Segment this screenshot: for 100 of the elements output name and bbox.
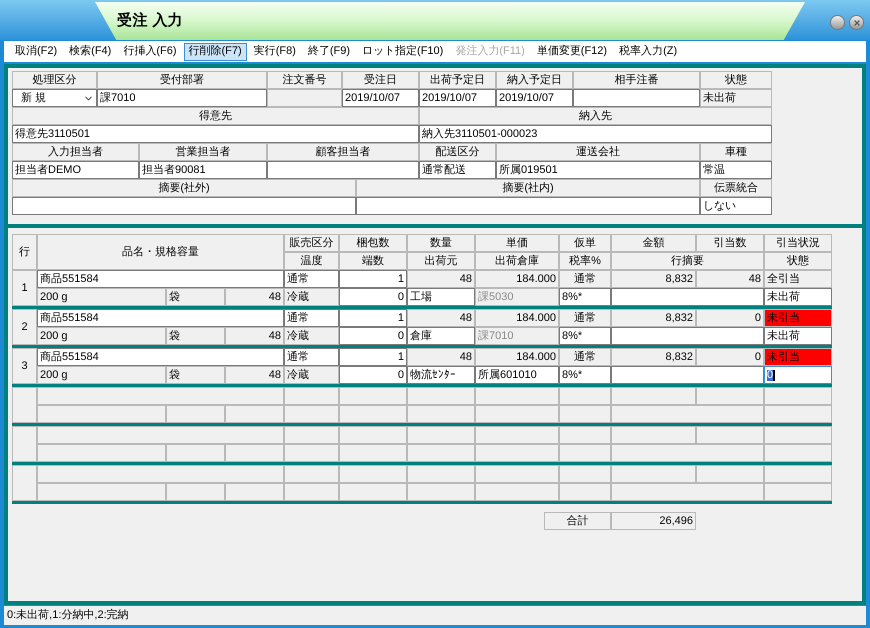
table-cell bbox=[764, 387, 832, 405]
input-field[interactable]: 倉庫 bbox=[407, 327, 475, 345]
table-cell: 200 g bbox=[37, 327, 166, 345]
table-cell: 48 bbox=[407, 309, 475, 327]
input-field[interactable]: 0 bbox=[339, 366, 407, 384]
column-header: 仮単 bbox=[559, 234, 611, 252]
status-cell: 全引当 bbox=[764, 270, 832, 288]
input-field[interactable]: 2019/10/07 bbox=[496, 89, 573, 107]
table-cell: 48 bbox=[225, 288, 284, 306]
input-field[interactable]: しない bbox=[700, 197, 772, 215]
table-cell bbox=[225, 405, 284, 423]
row-number bbox=[12, 387, 37, 423]
status-field[interactable]: 未出荷 bbox=[764, 288, 832, 306]
input-field[interactable]: 1 bbox=[339, 348, 407, 366]
table-cell bbox=[284, 483, 339, 501]
table-cell bbox=[166, 444, 225, 462]
table-cell bbox=[284, 444, 339, 462]
table-cell: 8,832 bbox=[611, 348, 696, 366]
warehouse-field[interactable]: 所属601010 bbox=[475, 366, 559, 384]
table-cell: 袋 bbox=[166, 327, 225, 345]
column-header: 引当数 bbox=[696, 234, 764, 252]
input-field[interactable] bbox=[356, 197, 700, 215]
product-name-field[interactable]: 商品551584 bbox=[37, 348, 284, 366]
field-label: 出荷予定日 bbox=[419, 71, 496, 89]
status-cell: 未引当 bbox=[764, 348, 832, 366]
table-cell: 200 g bbox=[37, 366, 166, 384]
column-header: 行摘要 bbox=[611, 252, 764, 270]
column-header: 単価 bbox=[475, 234, 559, 252]
input-field[interactable]: 0 bbox=[339, 327, 407, 345]
input-field[interactable]: 通常 bbox=[284, 309, 339, 327]
status-field[interactable]: 0 bbox=[764, 366, 832, 384]
toolbar-button[interactable]: 単価変更(F12) bbox=[532, 42, 612, 60]
input-field[interactable]: 納入先3110501-000023 bbox=[419, 125, 772, 143]
input-field[interactable] bbox=[573, 89, 700, 107]
close-icon[interactable] bbox=[849, 15, 864, 30]
table-cell: 袋 bbox=[166, 366, 225, 384]
input-field[interactable]: 8%* bbox=[559, 288, 611, 306]
input-field[interactable]: 物流ｾﾝﾀｰ bbox=[407, 366, 475, 384]
status-field[interactable]: 未出荷 bbox=[764, 327, 832, 345]
input-field[interactable]: 1 bbox=[339, 309, 407, 327]
input-field[interactable]: 2019/10/07 bbox=[342, 89, 419, 107]
note-field[interactable] bbox=[611, 366, 764, 384]
input-field[interactable]: 所属019501 bbox=[496, 161, 700, 179]
table-cell: 8,832 bbox=[611, 270, 696, 288]
input-field[interactable]: 工場 bbox=[407, 288, 475, 306]
product-name-field[interactable]: 商品551584 bbox=[37, 309, 284, 327]
table-cell bbox=[559, 387, 611, 405]
input-field[interactable]: 1 bbox=[339, 270, 407, 288]
table-cell bbox=[339, 465, 407, 483]
table-cell bbox=[559, 483, 611, 501]
table-cell bbox=[284, 387, 339, 405]
column-header: 販売区分 bbox=[284, 234, 339, 252]
field-label: 相手注番 bbox=[573, 71, 700, 89]
input-field[interactable]: 通常 bbox=[284, 348, 339, 366]
toolbar-button[interactable]: 取消(F2) bbox=[10, 42, 62, 60]
window-title: 受注 入力 bbox=[117, 10, 184, 31]
input-field[interactable] bbox=[12, 197, 356, 215]
input-field[interactable]: 担当者90081 bbox=[139, 161, 267, 179]
table-cell: 冷蔵 bbox=[284, 327, 339, 345]
column-header: 引当状況 bbox=[764, 234, 832, 252]
toolbar-button[interactable]: 行削除(F7) bbox=[184, 42, 247, 60]
toolbar-button[interactable]: 税率入力(Z) bbox=[614, 42, 682, 60]
input-field[interactable]: 0 bbox=[339, 288, 407, 306]
note-field[interactable] bbox=[611, 288, 764, 306]
toolbar-button[interactable]: 終了(F9) bbox=[302, 42, 356, 60]
toolbar-button[interactable]: ロット指定(F10) bbox=[357, 42, 448, 60]
select-field[interactable]: 新 規 bbox=[12, 89, 97, 107]
input-field[interactable]: 担当者DEMO bbox=[12, 161, 139, 179]
field-label: 顧客担当者 bbox=[267, 143, 419, 161]
input-field[interactable]: 8%* bbox=[559, 366, 611, 384]
input-field[interactable] bbox=[267, 161, 419, 179]
note-field[interactable] bbox=[611, 327, 764, 345]
table-cell bbox=[407, 426, 475, 444]
table-cell bbox=[339, 483, 407, 501]
input-field[interactable]: 常温 bbox=[700, 161, 772, 179]
table-cell: 48 bbox=[696, 270, 764, 288]
toolbar-button[interactable]: 検索(F4) bbox=[64, 42, 116, 60]
toolbar-button[interactable]: 行挿入(F6) bbox=[118, 42, 182, 60]
warehouse-field: 課5030 bbox=[475, 288, 559, 306]
status-cell: 未引当 bbox=[764, 309, 832, 327]
input-field[interactable]: 通常配送 bbox=[419, 161, 496, 179]
table-cell bbox=[696, 426, 764, 444]
input-field[interactable]: 課7010 bbox=[97, 89, 267, 107]
table-cell bbox=[764, 426, 832, 444]
column-header: 梱包数 bbox=[339, 234, 407, 252]
input-field[interactable]: 通常 bbox=[284, 270, 339, 288]
readonly-field: 未出荷 bbox=[700, 89, 772, 107]
minimize-icon[interactable] bbox=[830, 15, 845, 30]
total-value: 26,496 bbox=[611, 512, 696, 530]
table-cell bbox=[166, 405, 225, 423]
row-number bbox=[12, 426, 37, 462]
input-field[interactable]: 2019/10/07 bbox=[419, 89, 496, 107]
field-label: 処理区分 bbox=[12, 71, 97, 89]
table-cell bbox=[696, 387, 764, 405]
input-field[interactable]: 得意先3110501 bbox=[12, 125, 419, 143]
input-field[interactable]: 8%* bbox=[559, 327, 611, 345]
field-label: 車種 bbox=[700, 143, 772, 161]
field-label: 状態 bbox=[700, 71, 772, 89]
toolbar-button[interactable]: 実行(F8) bbox=[248, 42, 301, 60]
product-name-field[interactable]: 商品551584 bbox=[37, 270, 284, 288]
